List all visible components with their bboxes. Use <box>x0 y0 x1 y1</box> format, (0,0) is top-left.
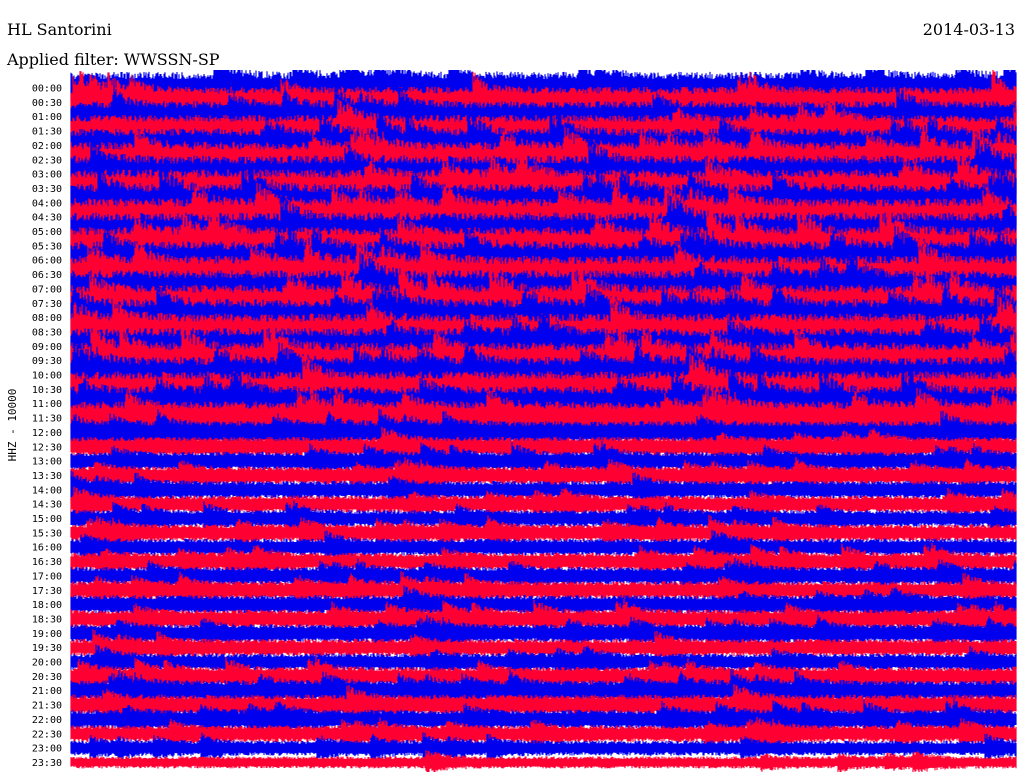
time-label: 07:00 <box>32 284 62 295</box>
time-label: 20:00 <box>32 658 62 669</box>
channel-label: HHZ - 10000 <box>6 389 19 462</box>
time-label: 08:00 <box>32 313 62 324</box>
time-label: 19:00 <box>32 629 62 640</box>
time-label: 18:00 <box>32 600 62 611</box>
time-label: 01:30 <box>32 127 62 138</box>
traces-group <box>70 70 1017 772</box>
seismogram-plot: 00:00 00:30 01:00 01:30 02:00 02:30 03:00 03:30… <box>6 70 1017 772</box>
time-label: 17:00 <box>32 571 62 582</box>
time-label: 10:30 <box>32 385 62 396</box>
time-label: 06:00 <box>32 256 62 267</box>
time-label: 01:00 <box>32 112 62 123</box>
time-label: 12:30 <box>32 442 62 453</box>
time-label: 11:30 <box>32 414 62 425</box>
time-label: 18:30 <box>32 614 62 625</box>
time-label: 14:00 <box>32 485 62 496</box>
time-label: 02:00 <box>32 141 62 152</box>
time-label: 20:30 <box>32 672 62 683</box>
time-label: 19:30 <box>32 643 62 654</box>
time-labels-group: 00:00 00:30 01:00 01:30 02:00 02:30 03:00 03:30… <box>32 84 62 769</box>
time-label: 22:30 <box>32 729 62 740</box>
time-label: 21:30 <box>32 701 62 712</box>
time-label: 23:30 <box>32 758 62 769</box>
time-label: 07:30 <box>32 299 62 310</box>
time-label: 14:30 <box>32 500 62 511</box>
time-label: 00:30 <box>32 98 62 109</box>
time-label: 00:00 <box>32 84 62 95</box>
time-label: 04:00 <box>32 198 62 209</box>
time-label: 05:30 <box>32 241 62 252</box>
time-label: 05:00 <box>32 227 62 238</box>
time-label: 04:30 <box>32 213 62 224</box>
time-label: 16:30 <box>32 557 62 568</box>
time-label: 06:30 <box>32 270 62 281</box>
time-label: 09:30 <box>32 356 62 367</box>
time-label: 09:00 <box>32 342 62 353</box>
time-label: 02:30 <box>32 155 62 166</box>
time-label: 22:00 <box>32 715 62 726</box>
time-label: 15:00 <box>32 514 62 525</box>
time-label: 11:00 <box>32 399 62 410</box>
time-label: 08:30 <box>32 327 62 338</box>
time-label: 03:30 <box>32 184 62 195</box>
time-label: 23:00 <box>32 744 62 755</box>
time-label: 17:30 <box>32 586 62 597</box>
time-label: 16:00 <box>32 543 62 554</box>
time-label: 21:00 <box>32 686 62 697</box>
time-label: 10:00 <box>32 371 62 382</box>
time-label: 15:30 <box>32 528 62 539</box>
time-label: 03:00 <box>32 170 62 181</box>
time-label: 13:00 <box>32 457 62 468</box>
time-label: 13:30 <box>32 471 62 482</box>
time-label: 12:00 <box>32 428 62 439</box>
